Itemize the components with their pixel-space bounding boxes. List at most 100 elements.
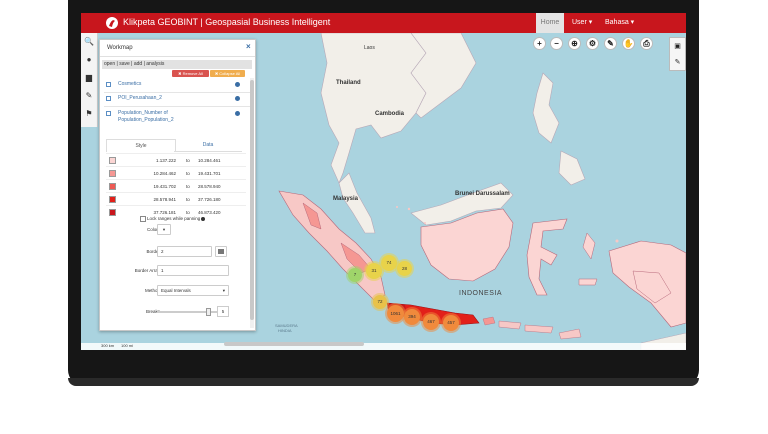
- building-icon[interactable]: ▆: [81, 69, 97, 87]
- klikpeta-logo-icon: [106, 17, 118, 29]
- cluster-marker[interactable]: 74: [381, 255, 397, 271]
- method-label: Method: [144, 288, 160, 293]
- legend-to-label: to: [186, 197, 190, 202]
- border-color-picker[interactable]: [215, 246, 227, 257]
- cluster-marker[interactable]: 28: [397, 261, 412, 276]
- legend-from: 37.726.181: [153, 210, 176, 215]
- layer-checkbox[interactable]: [106, 82, 111, 87]
- colors-select[interactable]: ▾: [157, 224, 171, 235]
- colors-label: Colors: [146, 227, 160, 232]
- search-icon[interactable]: 🔍: [81, 33, 97, 51]
- layer-info-icon[interactable]: [235, 82, 240, 87]
- method-select[interactable]: Equal Intervals ▾: [157, 285, 229, 296]
- cluster-marker[interactable]: 1061: [387, 305, 404, 322]
- nav-user-menu[interactable]: User ▾: [572, 13, 592, 33]
- right-toolbar: ▣ ✎: [669, 37, 686, 71]
- layers-toggle-icon[interactable]: ▣: [673, 42, 682, 51]
- legend-to: 19.431.701: [198, 171, 221, 176]
- zoom-in-icon[interactable]: +: [533, 37, 546, 50]
- border-array-label: Border Array: [134, 268, 160, 273]
- legend-swatch[interactable]: [109, 196, 116, 203]
- legend-from: 1.137.222: [155, 158, 176, 163]
- cluster-marker[interactable]: 457: [443, 315, 459, 331]
- panel-scroll-thumb[interactable]: [250, 80, 254, 320]
- legend-row: 1.137.222 to 10.284.461: [106, 153, 246, 167]
- app-title: Klikpeta GEOBINT | Geospasial Business I…: [123, 17, 331, 27]
- brush-icon[interactable]: ✎: [81, 87, 97, 105]
- scale-mi: 100 mi: [121, 343, 134, 348]
- legend-to-label: to: [186, 171, 190, 176]
- cluster-marker[interactable]: 31: [366, 263, 382, 279]
- layer-name: POI_Perusahaan_2: [118, 95, 162, 101]
- layer-checkbox[interactable]: [106, 96, 111, 101]
- border-array-input[interactable]: 1: [157, 265, 229, 276]
- hand-icon[interactable]: ✋: [622, 37, 635, 50]
- legend-swatch[interactable]: [109, 157, 116, 164]
- edit-icon[interactable]: ✎: [673, 58, 682, 67]
- layer-info-icon[interactable]: [235, 111, 240, 116]
- draw-icon[interactable]: ✎: [604, 37, 617, 50]
- breaks-value: 5: [217, 306, 229, 317]
- divider: [104, 92, 251, 93]
- legend-row: 10.284.462 to 19.431.701: [106, 166, 246, 180]
- legend-row: 19.431.702 to 28.578.940: [106, 179, 246, 193]
- top-navbar: Klikpeta GEOBINT | Geospasial Business I…: [81, 13, 686, 33]
- cluster-marker[interactable]: 394: [404, 309, 420, 325]
- map-label-hindia: HINDIA: [278, 328, 292, 333]
- cluster-marker[interactable]: 7: [348, 268, 362, 282]
- help-icon[interactable]: [201, 217, 206, 221]
- legend-from: 28.578.941: [153, 197, 176, 202]
- legend-swatch[interactable]: [109, 209, 116, 216]
- legend-to: 37.726.180: [198, 197, 221, 202]
- remove-all-button[interactable]: ✖ Remove All: [172, 70, 209, 77]
- map-label-cambodia: Cambodia: [375, 111, 405, 117]
- workmap-panel: Workmap × open | save | add | analysis ✖…: [99, 39, 256, 331]
- map-label-thailand: Thailand: [336, 80, 361, 86]
- map-horizontal-scrollbar[interactable]: [224, 342, 364, 346]
- legend-swatch[interactable]: [109, 183, 116, 190]
- lock-ranges-option[interactable]: Lock ranges while panning: [140, 216, 206, 222]
- print-icon[interactable]: ⎙: [640, 37, 653, 50]
- collapse-all-button[interactable]: ✖ Collapse All: [210, 70, 245, 77]
- cluster-marker[interactable]: 72: [373, 295, 387, 309]
- locate-icon[interactable]: ⊕: [568, 37, 581, 50]
- left-toolbar: 🔍 ● ▆ ✎ ⚑: [81, 33, 98, 127]
- map-label-brunei: Brunei Darussalam: [455, 191, 510, 197]
- border-input[interactable]: 2: [157, 246, 212, 257]
- settings-icon[interactable]: ⚙: [586, 37, 599, 50]
- nav-home[interactable]: Home: [536, 13, 564, 33]
- zoom-out-icon[interactable]: −: [550, 37, 563, 50]
- layer-info-icon[interactable]: [235, 96, 240, 101]
- nav-bahasa-menu[interactable]: Bahasa ▾: [605, 13, 634, 33]
- legend-to: 10.284.461: [198, 158, 221, 163]
- workmap-menu[interactable]: open | save | add | analysis: [102, 60, 252, 69]
- legend-row: 28.578.941 to 37.726.180: [106, 192, 246, 206]
- map-marker-icon[interactable]: ●: [81, 51, 97, 69]
- legend-to: 46.873.420: [198, 210, 221, 215]
- legend-to-label: to: [186, 210, 190, 215]
- scale-km: 300 km: [101, 343, 115, 348]
- legend-swatch[interactable]: [109, 170, 116, 177]
- flag-icon[interactable]: ⚑: [81, 105, 97, 123]
- legend-from: 19.431.702: [153, 184, 176, 189]
- map-label-malaysia: Malaysia: [333, 196, 359, 202]
- border-label: Border: [146, 249, 160, 254]
- chevron-down-icon: ▾: [222, 288, 225, 293]
- lock-checkbox[interactable]: [140, 216, 146, 222]
- tab-style[interactable]: Style: [106, 139, 176, 152]
- legend-from: 10.284.462: [153, 171, 176, 176]
- tab-data[interactable]: Data: [174, 139, 242, 152]
- layer-checkbox[interactable]: [106, 111, 111, 116]
- divider: [104, 106, 251, 107]
- workmap-header: Workmap ×: [100, 40, 255, 57]
- close-icon[interactable]: ×: [246, 42, 251, 51]
- layer-name: Population_Population_2: [118, 117, 174, 123]
- breaks-slider-handle[interactable]: [206, 308, 211, 316]
- map-label-indonesia: INDONESIA: [459, 290, 503, 297]
- laptop-base: [68, 378, 699, 386]
- legend-to: 28.578.940: [198, 184, 221, 189]
- app-screen: Klikpeta GEOBINT | Geospasial Business I…: [81, 13, 686, 350]
- method-value: Equal Intervals: [161, 288, 191, 293]
- cluster-marker[interactable]: 467: [423, 314, 439, 330]
- layer-name: Cosmetics: [118, 81, 142, 87]
